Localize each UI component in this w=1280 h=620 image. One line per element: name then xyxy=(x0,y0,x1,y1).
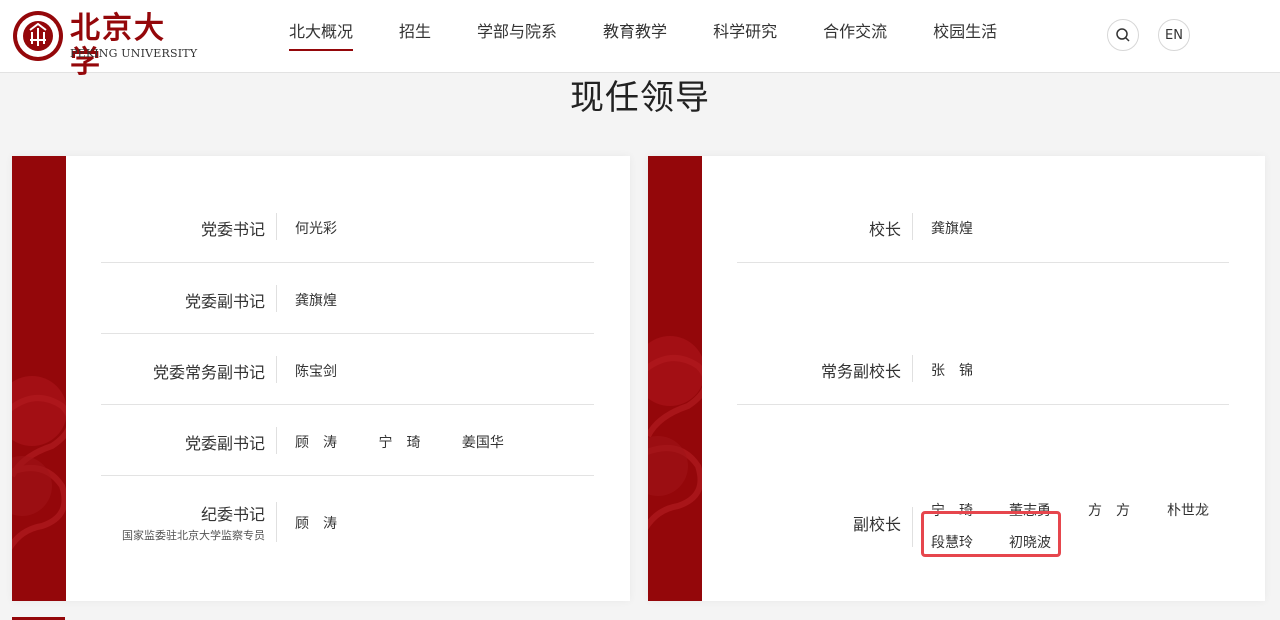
leader-names: 张 锦 xyxy=(931,360,973,380)
leader-row: 常务副校长 张 锦 xyxy=(737,263,1229,405)
nav-item-admissions[interactable]: 招生 xyxy=(376,0,454,73)
language-switch-button[interactable]: EN xyxy=(1158,19,1190,51)
leader-name: 顾 涛 xyxy=(295,516,337,532)
row-divider xyxy=(912,213,913,240)
row-divider xyxy=(912,355,913,382)
nav-item-overview[interactable]: 北大概况 xyxy=(266,0,376,73)
leader-row: 党委书记 何光彩 xyxy=(101,156,594,263)
leader-name: 方 方 xyxy=(1088,503,1130,519)
row-divider xyxy=(276,356,277,383)
role-sub-label: 国家监委驻北京大学监察专员 xyxy=(122,529,265,542)
leader-name: 宁 琦 xyxy=(378,435,421,451)
leader-names: 陈宝剑 xyxy=(295,361,337,381)
leader-name: 陈宝剑 xyxy=(295,364,337,380)
leader-name: 龚旗煌 xyxy=(931,221,973,237)
search-button[interactable] xyxy=(1107,19,1139,51)
row-divider xyxy=(276,502,277,542)
leader-name: 龚旗煌 xyxy=(295,293,337,309)
leader-name: 宁 琦 xyxy=(931,503,973,519)
search-icon xyxy=(1116,28,1130,42)
administration-card: 校长 龚旗煌 常务副校长 张 锦 副校长 宁 琦 董志勇 方 方 朴世龙 段慧玲 初晓波 xyxy=(648,156,1265,601)
leader-row: 党委副书记 龚旗煌 xyxy=(101,263,594,334)
leader-name: 朴世龙 xyxy=(1167,503,1209,519)
row-divider xyxy=(276,427,277,454)
row-divider xyxy=(276,285,277,312)
nav-item-cooperation[interactable]: 合作交流 xyxy=(800,0,910,73)
administration-rows: 校长 龚旗煌 常务副校长 张 锦 副校长 宁 琦 董志勇 方 方 朴世龙 段慧玲 初晓波 xyxy=(737,156,1229,595)
nav-item-education[interactable]: 教育教学 xyxy=(580,0,690,73)
role-label: 纪委书记 xyxy=(200,505,265,524)
role-label: 党委常务副书记 xyxy=(152,363,265,382)
leader-row: 纪委书记 国家监委驻北京大学监察专员 顾 涛 xyxy=(101,476,594,586)
leader-name: 姜国华 xyxy=(461,435,504,451)
leader-name: 初晓波 xyxy=(1009,535,1051,551)
role-label: 党委书记 xyxy=(200,220,265,239)
site-header: 北京大学 PEKING UNIVERSITY 北大概况 招生 学部与院系 教育教… xyxy=(0,0,1280,80)
leader-names: 顾 涛 宁 琦 姜国华 xyxy=(295,432,504,452)
leader-row: 党委常务副书记 陈宝剑 xyxy=(101,334,594,405)
leader-name: 何光彩 xyxy=(295,221,337,237)
row-divider xyxy=(912,507,913,547)
cloud-pattern-stripe xyxy=(12,156,66,601)
leader-names: 何光彩 xyxy=(295,218,337,238)
cloud-pattern-stripe xyxy=(648,156,702,601)
role-label: 副校长 xyxy=(852,515,901,534)
leader-name: 董志勇 xyxy=(1009,503,1051,519)
logo-english: PEKING UNIVERSITY xyxy=(70,47,198,60)
nav-item-campus-life[interactable]: 校园生活 xyxy=(910,0,1020,73)
leader-names: 宁 琦 董志勇 方 方 朴世龙 段慧玲 初晓波 xyxy=(931,495,1241,559)
role-label: 常务副校长 xyxy=(820,362,901,381)
leader-name: 张 锦 xyxy=(931,363,973,379)
pku-seal-icon xyxy=(13,11,63,61)
nav-item-departments[interactable]: 学部与院系 xyxy=(454,0,580,73)
nav-item-research[interactable]: 科学研究 xyxy=(690,0,800,73)
role-label: 党委副书记 xyxy=(184,292,265,311)
leader-row: 副校长 宁 琦 董志勇 方 方 朴世龙 段慧玲 初晓波 xyxy=(737,405,1229,595)
leader-name: 顾 涛 xyxy=(295,435,337,451)
main-nav: 北大概况 招生 学部与院系 教育教学 科学研究 合作交流 校园生活 xyxy=(266,0,1020,73)
leader-name: 段慧玲 xyxy=(931,535,973,551)
pku-logo[interactable]: 北京大学 PEKING UNIVERSITY xyxy=(12,10,197,80)
role-label: 党委副书记 xyxy=(184,434,265,453)
leader-row: 校长 龚旗煌 xyxy=(737,156,1229,263)
leader-names: 龚旗煌 xyxy=(931,218,973,238)
leader-names: 龚旗煌 xyxy=(295,290,337,310)
leader-row: 党委副书记 顾 涛 宁 琦 姜国华 xyxy=(101,405,594,476)
party-leadership-card: 党委书记 何光彩 党委副书记 龚旗煌 党委常务副书记 陈宝剑 党委副书记 顾 涛 xyxy=(12,156,630,601)
leader-names: 顾 涛 xyxy=(295,513,337,533)
role-label: 校长 xyxy=(868,220,901,239)
row-divider xyxy=(276,213,277,240)
page-title: 现任领导 xyxy=(570,78,710,118)
party-rows: 党委书记 何光彩 党委副书记 龚旗煌 党委常务副书记 陈宝剑 党委副书记 顾 涛 xyxy=(101,156,594,586)
